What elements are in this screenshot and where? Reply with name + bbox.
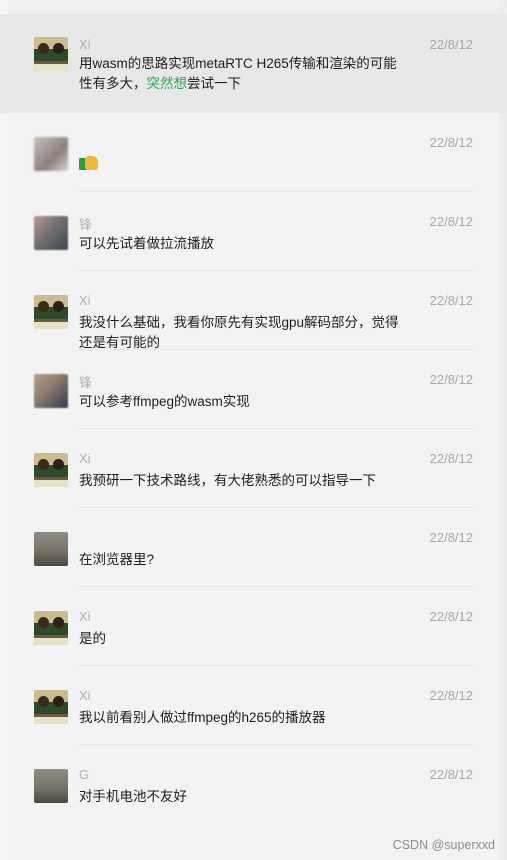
- message-time: 22/8/12: [429, 135, 473, 150]
- avatar[interactable]: [34, 374, 68, 408]
- thumbs-up-sticker-icon: [79, 154, 101, 172]
- message-text: 我预研一下技术路线，有大佬熟悉的可以指导一下: [79, 473, 376, 488]
- message-item[interactable]: Xi 22/8/12 我没什么基础，我看你原先有实现gpu解码部分，觉得还是有可…: [0, 271, 507, 350]
- message-item[interactable]: Xi 22/8/12 我以前看别人做过ffmpeg的h265的播放器: [0, 666, 507, 745]
- sender-name: Xi: [79, 688, 91, 703]
- message-time: 22/8/12: [429, 530, 473, 545]
- message-list: Xi 22/8/12 用wasm的思路实现metaRTC H265传输和渲染的可…: [0, 14, 507, 824]
- avatar[interactable]: [34, 769, 68, 803]
- sender-name: 锋: [79, 217, 93, 232]
- sender-name: Xi: [79, 293, 91, 308]
- sender-name: Xi: [79, 37, 91, 52]
- avatar[interactable]: [34, 690, 68, 724]
- message-item[interactable]: 22/8/12: [0, 113, 507, 192]
- message-text: 是的: [79, 631, 106, 646]
- message-item[interactable]: Xi 22/8/12 是的: [0, 587, 507, 666]
- watermark: CSDN @superxxd: [392, 838, 495, 852]
- message-item[interactable]: 锋 22/8/12 可以参考ffmpeg的wasm实现: [0, 350, 507, 429]
- message-text: 我以前看别人做过ffmpeg的h265的播放器: [79, 710, 326, 725]
- window-top-strip: [0, 0, 507, 14]
- avatar[interactable]: [34, 295, 68, 329]
- message-text: 可以先试着做拉流播放: [79, 236, 214, 251]
- message-text: 在浏览器里?: [79, 552, 155, 567]
- sender-name: Xi: [79, 609, 91, 624]
- sender-name: 锋: [79, 375, 93, 390]
- highlighted-text: 突然想: [146, 76, 188, 91]
- message-time: 22/8/12: [429, 372, 473, 387]
- message-text: 我没什么基础，我看你原先有实现gpu解码部分，觉得还是有可能的: [79, 315, 399, 350]
- message-text: 可以参考ffmpeg的wasm实现: [79, 394, 250, 409]
- message-time: 22/8/12: [429, 451, 473, 466]
- message-text: 用wasm的思路实现metaRTC H265传输和渲染的可能性有多大，突然想尝试…: [79, 56, 397, 91]
- message-item[interactable]: 22/8/12 在浏览器里?: [0, 508, 507, 587]
- sender-name: G: [79, 767, 90, 782]
- message-item[interactable]: 锋 22/8/12 可以先试着做拉流播放: [0, 192, 507, 271]
- message-time: 22/8/12: [429, 37, 473, 52]
- avatar[interactable]: [34, 216, 68, 250]
- avatar[interactable]: [34, 137, 68, 171]
- message-time: 22/8/12: [429, 688, 473, 703]
- message-item[interactable]: Xi 22/8/12 我预研一下技术路线，有大佬熟悉的可以指导一下: [0, 429, 507, 508]
- avatar[interactable]: [34, 611, 68, 645]
- message-item[interactable]: Xi 22/8/12 用wasm的思路实现metaRTC H265传输和渲染的可…: [0, 14, 507, 113]
- message-time: 22/8/12: [429, 609, 473, 624]
- avatar[interactable]: [34, 532, 68, 566]
- avatar[interactable]: [34, 37, 68, 71]
- message-time: 22/8/12: [429, 767, 473, 782]
- message-time: 22/8/12: [429, 214, 473, 229]
- message-text: 对手机电池不友好: [79, 789, 187, 804]
- message-time: 22/8/12: [429, 293, 473, 308]
- sender-name: Xi: [79, 451, 91, 466]
- avatar[interactable]: [34, 453, 68, 487]
- message-item[interactable]: G 22/8/12 对手机电池不友好: [0, 745, 507, 824]
